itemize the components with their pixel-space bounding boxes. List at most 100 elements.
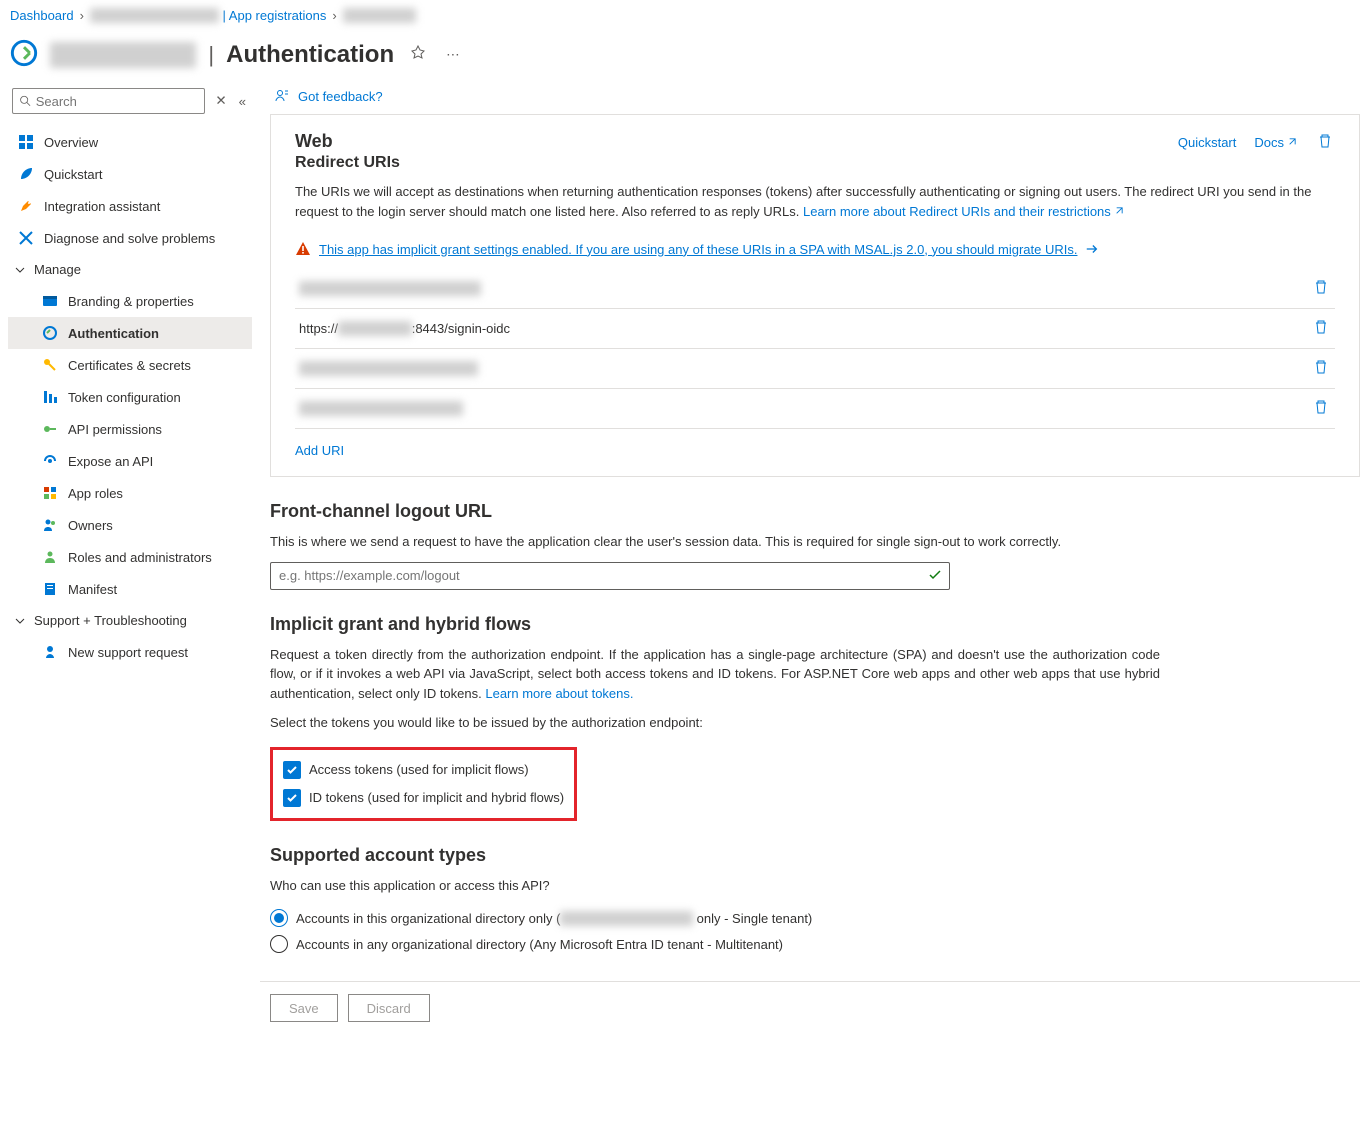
sidebar-item-api-permissions[interactable]: API permissions	[8, 413, 252, 445]
sidebar-item-diagnose[interactable]: Diagnose and solve problems	[8, 222, 252, 254]
sidebar-item-label: API permissions	[68, 422, 162, 437]
sidebar: ✕ « Overview Quickstart Integration assi…	[0, 78, 260, 1054]
sidebar-item-quickstart[interactable]: Quickstart	[8, 158, 252, 190]
id-tokens-checkbox-row[interactable]: ID tokens (used for implicit and hybrid …	[283, 784, 564, 812]
sidebar-item-token-configuration[interactable]: Token configuration	[8, 381, 252, 413]
sidebar-group-support[interactable]: Support + Troubleshooting	[8, 605, 252, 636]
sidebar-item-authentication[interactable]: Authentication	[8, 317, 252, 349]
sidebar-item-label: Manifest	[68, 582, 117, 597]
implicit-grant-section: Implicit grant and hybrid flows Request …	[270, 614, 1160, 821]
permissions-icon	[42, 421, 58, 437]
key-icon	[42, 357, 58, 373]
app-name: ██████ ███	[50, 42, 196, 68]
sidebar-item-new-support-request[interactable]: New support request	[8, 636, 252, 668]
quickstart-link[interactable]: Quickstart	[1178, 135, 1237, 150]
warning-link[interactable]: This app has implicit grant settings ena…	[319, 242, 1077, 257]
feedback-icon	[274, 88, 290, 104]
select-tokens-label: Select the tokens you would like to be i…	[270, 713, 1160, 733]
access-tokens-checkbox-row[interactable]: Access tokens (used for implicit flows)	[283, 756, 564, 784]
delete-platform-button[interactable]	[1315, 131, 1335, 154]
single-tenant-label: Accounts in this organizational director…	[296, 911, 812, 926]
sidebar-item-label: Roles and administrators	[68, 550, 212, 565]
logout-description: This is where we send a request to have …	[270, 532, 1160, 552]
redirect-uri-value[interactable]: https://████████:8443/signin-oidc	[299, 321, 510, 336]
check-icon	[928, 568, 942, 585]
delete-uri-button[interactable]	[1311, 357, 1331, 380]
page-header: ██████ ███ | Authentication ⋯	[0, 31, 1368, 78]
warning-icon	[295, 241, 311, 257]
access-tokens-label: Access tokens (used for implicit flows)	[309, 762, 529, 777]
discard-button[interactable]: Discard	[348, 994, 430, 1022]
single-tenant-radio[interactable]: Accounts in this organizational director…	[270, 905, 1336, 931]
multitenant-label: Accounts in any organizational directory…	[296, 937, 783, 952]
delete-uri-button[interactable]	[1311, 317, 1331, 340]
sidebar-item-branding[interactable]: Branding & properties	[8, 285, 252, 317]
implicit-description: Request a token directly from the author…	[270, 645, 1160, 704]
sidebar-item-label: Quickstart	[44, 167, 103, 182]
redirect-uri-value[interactable]: ████ ███████████████	[299, 361, 478, 376]
quickstart-icon	[18, 166, 34, 182]
sidebar-item-integration-assistant[interactable]: Integration assistant	[8, 190, 252, 222]
multitenant-radio[interactable]: Accounts in any organizational directory…	[270, 931, 1336, 957]
chevron-down-icon	[14, 615, 26, 627]
logout-url-input[interactable]	[270, 562, 950, 590]
main-content: Got feedback? Web Redirect URIs Quicksta…	[260, 78, 1360, 1054]
sidebar-item-roles-administrators[interactable]: Roles and administrators	[8, 541, 252, 573]
diagnose-icon	[18, 230, 34, 246]
redirect-uri-row: ████████ █ ████████	[295, 389, 1335, 429]
breadcrumb-dashboard[interactable]: Dashboard	[10, 8, 74, 23]
docs-link[interactable]: Docs	[1254, 135, 1297, 150]
breadcrumb-directory[interactable]: ██████████████ | App registrations	[90, 8, 326, 23]
learn-more-tokens-link[interactable]: Learn more about tokens.	[485, 686, 633, 701]
id-tokens-label: ID tokens (used for implicit and hybrid …	[309, 790, 564, 805]
save-button[interactable]: Save	[270, 994, 338, 1022]
sidebar-item-label: Token configuration	[68, 390, 181, 405]
redirect-uri-value[interactable]: ████████ █ ████████	[299, 401, 463, 416]
sidebar-group-manage[interactable]: Manage	[8, 254, 252, 285]
page-title: Authentication	[226, 41, 394, 69]
radio-unselected-icon	[270, 935, 288, 953]
search-input[interactable]	[36, 94, 199, 109]
authentication-icon	[42, 325, 58, 341]
redirect-uri-row: https://████████:8443/signin-oidc	[295, 309, 1335, 349]
sidebar-item-certificates[interactable]: Certificates & secrets	[8, 349, 252, 381]
arrow-right-icon	[1085, 242, 1099, 256]
expose-api-icon	[42, 453, 58, 469]
implicit-grant-warning: This app has implicit grant settings ena…	[295, 229, 1335, 269]
sidebar-item-label: Branding & properties	[68, 294, 194, 309]
overview-icon	[18, 134, 34, 150]
clear-search-button[interactable]: ✕	[213, 91, 228, 111]
add-uri-link[interactable]: Add URI	[295, 443, 344, 458]
branding-icon	[42, 293, 58, 309]
sidebar-item-label: Diagnose and solve problems	[44, 231, 215, 246]
web-title: Web	[295, 131, 400, 152]
sidebar-item-overview[interactable]: Overview	[8, 126, 252, 158]
sidebar-item-app-roles[interactable]: App roles	[8, 477, 252, 509]
manifest-icon	[42, 581, 58, 597]
breadcrumb-app[interactable]: ████████	[343, 8, 417, 23]
sidebar-item-owners[interactable]: Owners	[8, 509, 252, 541]
supported-account-types-section: Supported account types Who can use this…	[270, 845, 1336, 958]
more-button[interactable]: ⋯	[442, 43, 463, 67]
sidebar-item-expose-api[interactable]: Expose an API	[8, 445, 252, 477]
delete-uri-button[interactable]	[1311, 277, 1331, 300]
logout-url-section: Front-channel logout URL This is where w…	[270, 501, 1160, 590]
highlighted-tokens-box: Access tokens (used for implicit flows) …	[270, 747, 577, 821]
chevron-down-icon	[14, 264, 26, 276]
sidebar-item-manifest[interactable]: Manifest	[8, 573, 252, 605]
radio-selected-icon	[270, 909, 288, 927]
footer-bar: Save Discard	[260, 981, 1360, 1034]
feedback-link[interactable]: Got feedback?	[298, 89, 383, 104]
delete-uri-button[interactable]	[1311, 397, 1331, 420]
redirect-uri-row: ████ █████████████ ██	[295, 269, 1335, 309]
owners-icon	[42, 517, 58, 533]
token-icon	[42, 389, 58, 405]
pin-button[interactable]	[406, 41, 430, 68]
redirect-uri-value[interactable]: ████ █████████████ ██	[299, 281, 481, 296]
account-types-title: Supported account types	[270, 845, 1336, 866]
collapse-sidebar-button[interactable]: «	[237, 92, 248, 111]
learn-more-redirect-link[interactable]: Learn more about Redirect URIs and their…	[803, 204, 1124, 219]
search-box[interactable]	[12, 88, 205, 114]
sidebar-item-label: Owners	[68, 518, 113, 533]
account-types-description: Who can use this application or access t…	[270, 876, 1336, 896]
